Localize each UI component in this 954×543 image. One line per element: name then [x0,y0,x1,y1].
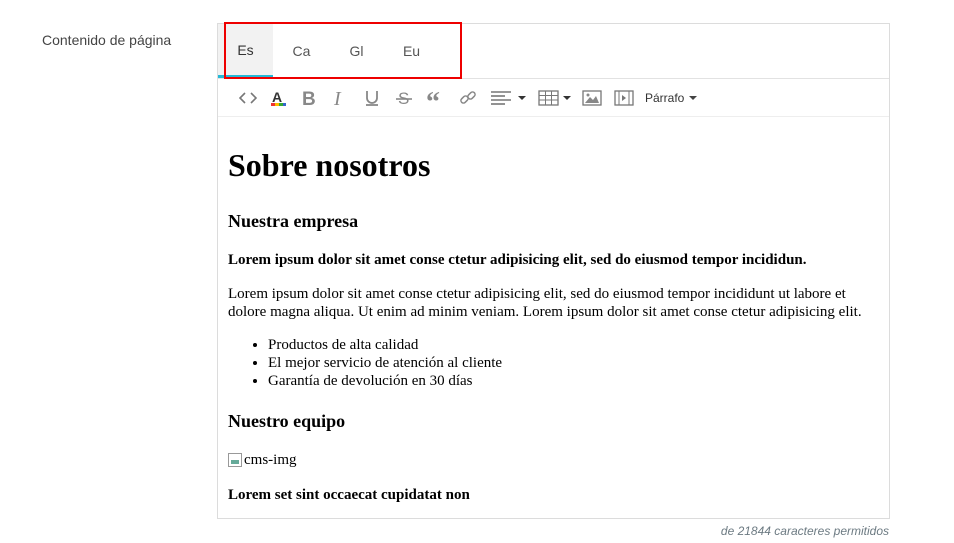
svg-text:B: B [302,89,316,107]
tab-ca[interactable]: Ca [274,24,329,78]
underline-icon[interactable] [362,88,382,108]
tab-es[interactable]: Es [218,24,273,78]
content-paragraph: Lorem ipsum dolor sit amet conse ctetur … [228,286,862,320]
content-heading-team: Nuestro equipo [228,411,346,431]
align-icon[interactable] [488,88,528,108]
tab-gl[interactable]: Gl [329,24,384,78]
strikethrough-icon[interactable]: S [394,88,414,108]
media-icon[interactable] [613,88,635,108]
bold-icon[interactable]: B [298,88,318,108]
chevron-down-icon [689,96,698,100]
content-image[interactable]: cms-img [228,451,879,469]
text-color-icon[interactable]: A [268,88,288,108]
table-icon[interactable] [537,88,573,108]
format-label: Párrafo [645,91,685,105]
code-icon[interactable] [238,88,258,108]
language-tabs: Es Ca Gl Eu [218,24,889,79]
link-icon[interactable] [458,88,478,108]
svg-text:A: A [272,89,282,105]
character-count: de 21844 caracteres permitidos [720,524,889,538]
content-heading-company: Nuestra empresa [228,211,359,231]
editor-toolbar: A B I S “ Párrafo [218,79,889,117]
image-icon[interactable] [581,88,603,108]
image-alt-text: cms-img [244,452,297,468]
format-dropdown[interactable]: Párrafo [645,89,698,107]
blockquote-icon[interactable]: “ [425,88,447,108]
svg-text:I: I [333,89,342,107]
italic-icon[interactable]: I [329,88,349,108]
svg-text:“: “ [426,91,440,105]
content-last-text: Lorem set sint occaecat cupidatat non [228,487,470,503]
list-item: Productos de alta calidad [268,336,879,354]
tab-eu[interactable]: Eu [384,24,439,78]
content-heading-1: Sobre nosotros [228,147,431,183]
broken-image-icon [228,453,242,467]
list-item: El mejor servicio de atención al cliente [268,354,879,372]
content-lead-text: Lorem ipsum dolor sit amet conse ctetur … [228,252,807,268]
rich-text-editor: Es Ca Gl Eu A B I S “ [217,23,890,519]
content-list: Productos de alta calidad El mejor servi… [228,336,879,390]
svg-text:S: S [398,89,409,107]
field-label: Contenido de página [42,32,172,48]
editor-content[interactable]: Sobre nosotros Nuestra empresa Lorem ips… [218,147,889,504]
list-item: Garantía de devolución en 30 días [268,372,879,390]
